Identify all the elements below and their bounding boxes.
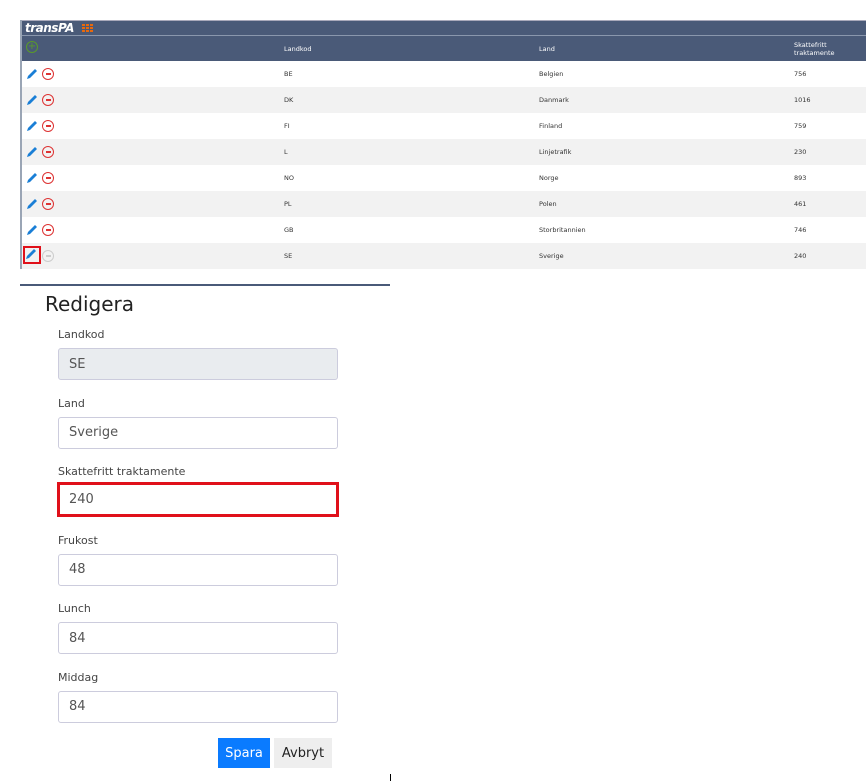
land-input[interactable]: [58, 416, 338, 449]
cell-landkod: BE: [284, 70, 293, 78]
text-cursor: [390, 774, 391, 781]
delete-icon[interactable]: [42, 172, 54, 184]
save-button[interactable]: Spara: [218, 738, 270, 768]
header-landkod[interactable]: Landkod: [284, 45, 312, 53]
edit-icon[interactable]: [23, 246, 41, 264]
cell-traktamente: 230: [794, 148, 807, 156]
table-row[interactable]: L Linjetrafik 230: [22, 139, 866, 165]
cell-traktamente: 759: [794, 122, 807, 130]
cell-traktamente: 746: [794, 226, 807, 234]
cell-traktamente: 756: [794, 70, 807, 78]
cell-land: Finland: [539, 122, 563, 130]
cell-traktamente: 240: [794, 252, 807, 260]
delete-icon: [42, 250, 54, 262]
cell-land: Norge: [539, 174, 559, 182]
cancel-button[interactable]: Avbryt: [274, 738, 332, 768]
cell-land: Storbritannien: [539, 226, 586, 234]
cell-landkod: PL: [284, 200, 292, 208]
form-title: Redigera: [45, 292, 135, 316]
landkod-label: Landkod: [58, 328, 105, 341]
edit-icon[interactable]: [26, 68, 38, 80]
header-traktamente[interactable]: Skattefritt traktamente: [794, 41, 866, 57]
cell-land: Linjetrafik: [539, 148, 572, 156]
edit-icon[interactable]: [26, 198, 38, 210]
middag-label: Middag: [58, 670, 99, 684]
cell-landkod: SE: [284, 252, 293, 260]
cell-landkod: GB: [284, 226, 294, 234]
header-land[interactable]: Land: [539, 45, 555, 53]
table-row[interactable]: GB Storbritannien 746: [22, 217, 866, 243]
lunch-input[interactable]: [58, 622, 338, 654]
cell-traktamente: 461: [794, 200, 807, 208]
cell-traktamente: 1016: [794, 96, 811, 104]
apps-grid-icon[interactable]: [81, 24, 93, 32]
app-logo: transPA: [25, 21, 74, 35]
cell-landkod: L: [284, 148, 288, 156]
table-header: + Landkod Land Skattefritt traktamente: [22, 36, 866, 61]
divider: [20, 284, 390, 286]
edit-icon[interactable]: [26, 120, 38, 132]
delete-icon[interactable]: [42, 224, 54, 236]
table-row[interactable]: PL Polen 461: [22, 191, 866, 217]
frukost-label: Frukost: [58, 533, 98, 547]
edit-icon[interactable]: [26, 146, 38, 158]
lunch-label: Lunch: [58, 602, 91, 615]
add-icon[interactable]: +: [26, 41, 38, 53]
cell-traktamente: 893: [794, 174, 807, 182]
cell-land: Danmark: [539, 96, 569, 104]
traktamente-input[interactable]: [57, 482, 339, 517]
landkod-input[interactable]: [58, 348, 338, 380]
cell-land: Sverige: [539, 252, 564, 260]
land-label: Land: [58, 396, 85, 410]
app-topbar: transPA: [22, 20, 866, 36]
cell-landkod: NO: [284, 174, 294, 182]
table-row[interactable]: FI Finland 759: [22, 113, 866, 139]
delete-icon[interactable]: [42, 120, 54, 132]
cell-landkod: FI: [284, 122, 290, 130]
edit-icon[interactable]: [26, 224, 38, 236]
cell-land: Polen: [539, 200, 557, 208]
frukost-input[interactable]: [58, 553, 338, 586]
table-row[interactable]: BE Belgien 756: [22, 61, 866, 87]
edit-icon[interactable]: [26, 172, 38, 184]
delete-icon[interactable]: [42, 198, 54, 210]
cell-landkod: DK: [284, 96, 294, 104]
table-row[interactable]: DK Danmark 1016: [22, 87, 866, 113]
data-table: transPA + Landkod Land Skattefritt trakt…: [20, 20, 866, 269]
table-row[interactable]: NO Norge 893: [22, 165, 866, 191]
delete-icon[interactable]: [42, 94, 54, 106]
delete-icon[interactable]: [42, 68, 54, 80]
traktamente-label: Skattefritt traktamente: [58, 465, 186, 478]
delete-icon[interactable]: [42, 146, 54, 158]
middag-input[interactable]: [58, 690, 338, 723]
table-row[interactable]: SE Sverige 240: [22, 243, 866, 269]
edit-icon[interactable]: [26, 94, 38, 106]
cell-land: Belgien: [539, 70, 564, 78]
